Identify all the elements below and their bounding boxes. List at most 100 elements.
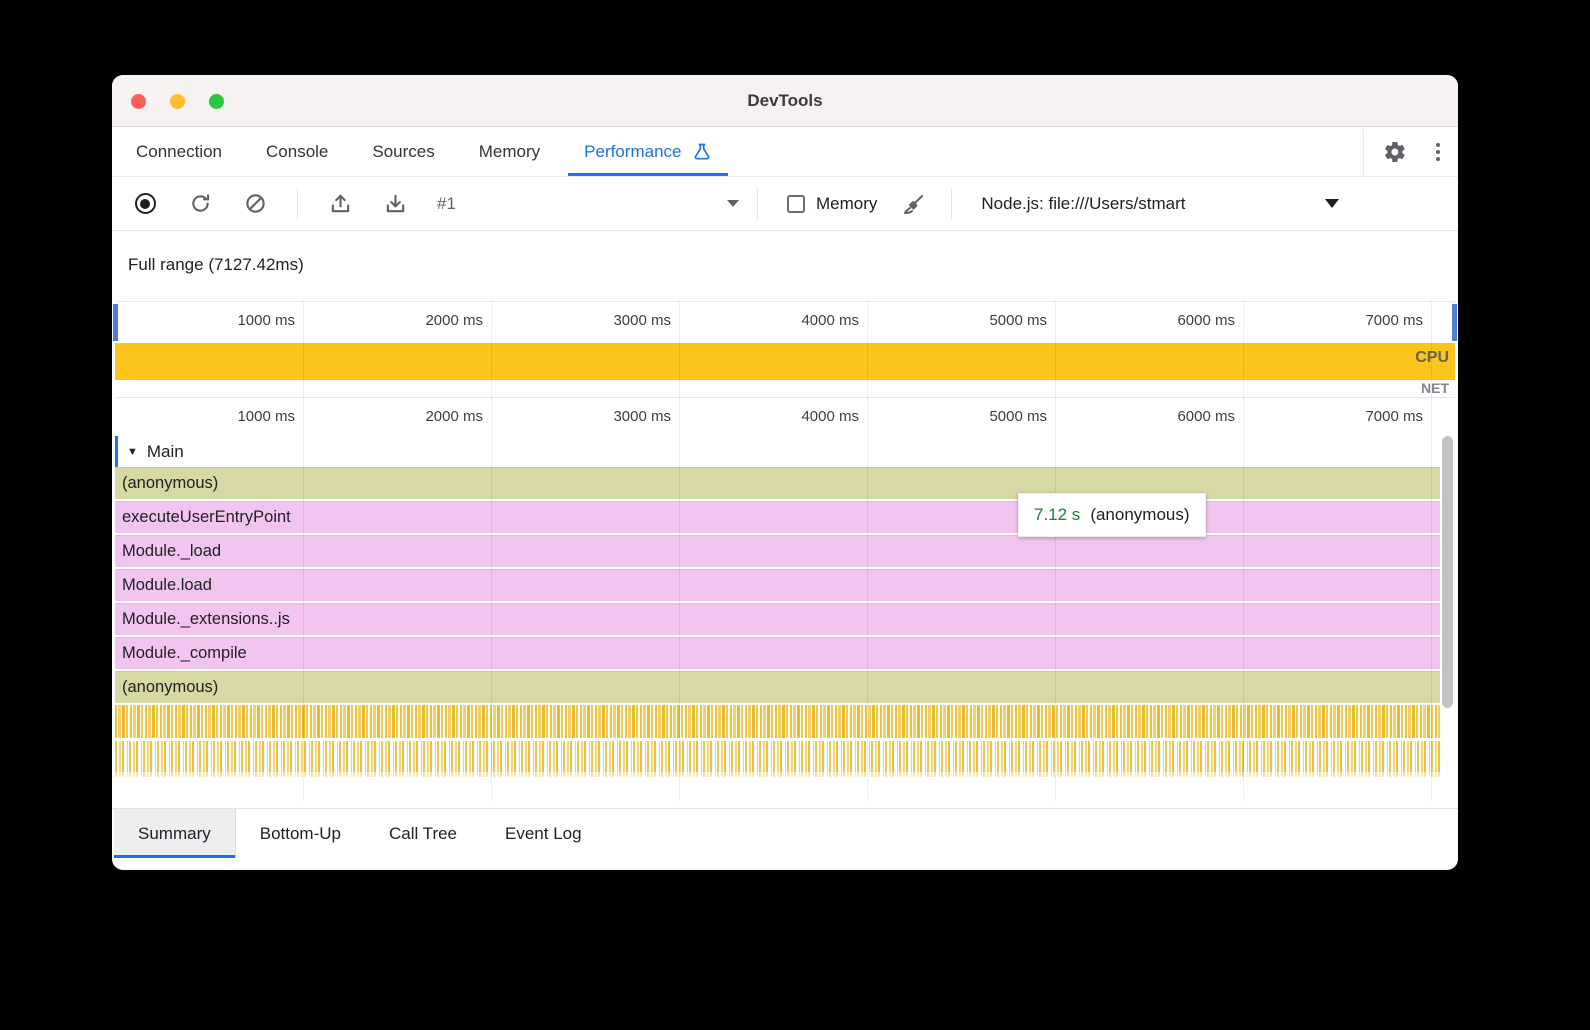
timeline-overview[interactable]: 1000 ms 2000 ms 3000 ms 4000 ms 5000 ms …: [115, 301, 1455, 398]
ruler-tick: 2000 ms: [303, 302, 491, 343]
scrollbar-thumb[interactable]: [1442, 436, 1453, 708]
flame-microtasks-band-1[interactable]: [115, 705, 1455, 738]
performance-toolbar: #1 Memory Node.js: file:///Users/stmart: [112, 177, 1458, 231]
flame-row-module-extensions[interactable]: Module._extensions..js: [115, 603, 1455, 637]
window-controls: [131, 94, 224, 109]
flame-row-module-load[interactable]: Module.load: [115, 569, 1455, 603]
clear-recording-icon[interactable]: [242, 191, 268, 217]
tab-memory[interactable]: Memory: [457, 127, 562, 176]
tab-label: Call Tree: [389, 824, 457, 844]
ruler-tick: 5000 ms: [867, 398, 1055, 436]
ruler-tick: 2000 ms: [303, 398, 491, 436]
net-track-label: NET: [1421, 380, 1449, 396]
more-options-icon[interactable]: [1436, 143, 1440, 161]
tab-label: Event Log: [505, 824, 582, 844]
title-bar: DevTools: [112, 75, 1458, 127]
tab-summary[interactable]: Summary: [114, 809, 236, 858]
tab-label: Sources: [372, 142, 434, 162]
tab-connection[interactable]: Connection: [114, 127, 244, 176]
tab-bar-right-controls: [1363, 127, 1458, 176]
load-profile-icon[interactable]: [327, 191, 353, 217]
flame-chart[interactable]: 1000 ms 2000 ms 3000 ms 4000 ms 5000 ms …: [115, 398, 1455, 801]
performance-panel-content: Full range (7127.42ms) 1000 ms 2000 ms 3…: [112, 231, 1458, 870]
tab-sources[interactable]: Sources: [350, 127, 456, 176]
flame-chart-ruler: 1000 ms 2000 ms 3000 ms 4000 ms 5000 ms …: [115, 398, 1455, 436]
garbage-collect-broom-icon[interactable]: [901, 191, 927, 217]
window-title: DevTools: [747, 91, 822, 111]
tab-label: Console: [266, 142, 328, 162]
reload-and-record-icon[interactable]: [187, 191, 213, 217]
memory-option: Memory: [787, 194, 877, 214]
panel-tab-bar: Connection Console Sources Memory Perfor…: [112, 127, 1458, 177]
tooltip-function-name: (anonymous): [1090, 505, 1189, 525]
session-select-value: #1: [437, 194, 456, 214]
range-handle-left[interactable]: [113, 304, 118, 341]
tab-console[interactable]: Console: [244, 127, 350, 176]
flame-row-execute-user-entry-point[interactable]: executeUserEntryPoint: [115, 501, 1455, 535]
flame-row-label: Module._compile: [122, 644, 247, 663]
ruler-tick: 4000 ms: [679, 302, 867, 343]
main-thread-header[interactable]: ▼ Main: [115, 436, 1455, 467]
target-select[interactable]: Node.js: file:///Users/stmart: [981, 194, 1339, 214]
flame-row-module-load-underscore[interactable]: Module._load: [115, 535, 1455, 569]
tab-label: Summary: [138, 824, 211, 844]
ruler-tick: 5000 ms: [867, 302, 1055, 343]
toolbar-divider: [297, 189, 298, 219]
disclosure-triangle-icon[interactable]: ▼: [127, 446, 138, 458]
ruler-tick: 7000 ms: [1243, 302, 1431, 343]
flame-row-label: (anonymous): [122, 678, 218, 697]
ruler-tick: 7000 ms: [1243, 398, 1431, 436]
tab-label: Bottom-Up: [260, 824, 341, 844]
ruler-tick: 6000 ms: [1055, 398, 1243, 436]
tab-call-tree[interactable]: Call Tree: [365, 809, 481, 858]
memory-checkbox[interactable]: [787, 195, 805, 213]
ruler-tick: 1000 ms: [115, 398, 303, 436]
minimize-window-button[interactable]: [170, 94, 185, 109]
recording-session-select[interactable]: #1: [437, 194, 739, 214]
tab-label: Performance: [584, 142, 681, 162]
cpu-activity-track[interactable]: CPU: [115, 343, 1455, 380]
toolbar-divider: [757, 189, 758, 219]
tab-bottom-up[interactable]: Bottom-Up: [236, 809, 365, 858]
maximize-window-button[interactable]: [209, 94, 224, 109]
main-thread-label: Main: [147, 442, 184, 462]
ruler-tick: 3000 ms: [491, 398, 679, 436]
range-handle-right[interactable]: [1452, 304, 1457, 341]
ruler-tick: 3000 ms: [491, 302, 679, 343]
tab-event-log[interactable]: Event Log: [481, 809, 606, 858]
overview-ruler: 1000 ms 2000 ms 3000 ms 4000 ms 5000 ms …: [115, 302, 1455, 343]
close-window-button[interactable]: [131, 94, 146, 109]
flame-row-label: Module.load: [122, 576, 212, 595]
dropdown-triangle-icon: [1325, 199, 1339, 208]
flame-row-label: Module._load: [122, 542, 221, 561]
flask-icon: [692, 142, 712, 162]
full-range-label: Full range (7127.42ms): [112, 231, 1458, 301]
flame-row-anonymous-top[interactable]: (anonymous): [115, 467, 1455, 501]
ruler-tick: 6000 ms: [1055, 302, 1243, 343]
tab-label: Memory: [479, 142, 540, 162]
settings-gear-icon[interactable]: [1382, 139, 1408, 165]
tab-performance[interactable]: Performance: [562, 127, 733, 176]
memory-checkbox-label: Memory: [816, 194, 877, 214]
target-select-value: Node.js: file:///Users/stmart: [981, 194, 1185, 214]
record-button[interactable]: [132, 191, 158, 217]
chevron-down-icon: [727, 200, 739, 207]
ruler-tick: 4000 ms: [679, 398, 867, 436]
flame-row-label: (anonymous): [122, 474, 218, 493]
devtools-window: DevTools Connection Console Sources Memo…: [112, 75, 1458, 870]
save-profile-icon[interactable]: [382, 191, 408, 217]
flame-chart-tooltip: 7.12 s (anonymous): [1018, 493, 1206, 537]
flame-row-label: Module._extensions..js: [122, 610, 290, 629]
tab-label: Connection: [136, 142, 222, 162]
flame-row-label: executeUserEntryPoint: [122, 508, 291, 527]
network-track[interactable]: NET: [115, 380, 1455, 398]
ruler-tick: 1000 ms: [115, 302, 303, 343]
toolbar-divider: [951, 189, 952, 219]
cpu-track-label: CPU: [1415, 349, 1449, 367]
vertical-scrollbar[interactable]: [1440, 434, 1455, 801]
flame-microtasks-band-2[interactable]: [115, 741, 1455, 777]
flame-row-anonymous-bottom[interactable]: (anonymous): [115, 671, 1455, 705]
detail-tab-bar: Summary Bottom-Up Call Tree Event Log: [112, 808, 1458, 858]
tooltip-duration: 7.12 s: [1034, 505, 1080, 525]
flame-row-module-compile[interactable]: Module._compile: [115, 637, 1455, 671]
